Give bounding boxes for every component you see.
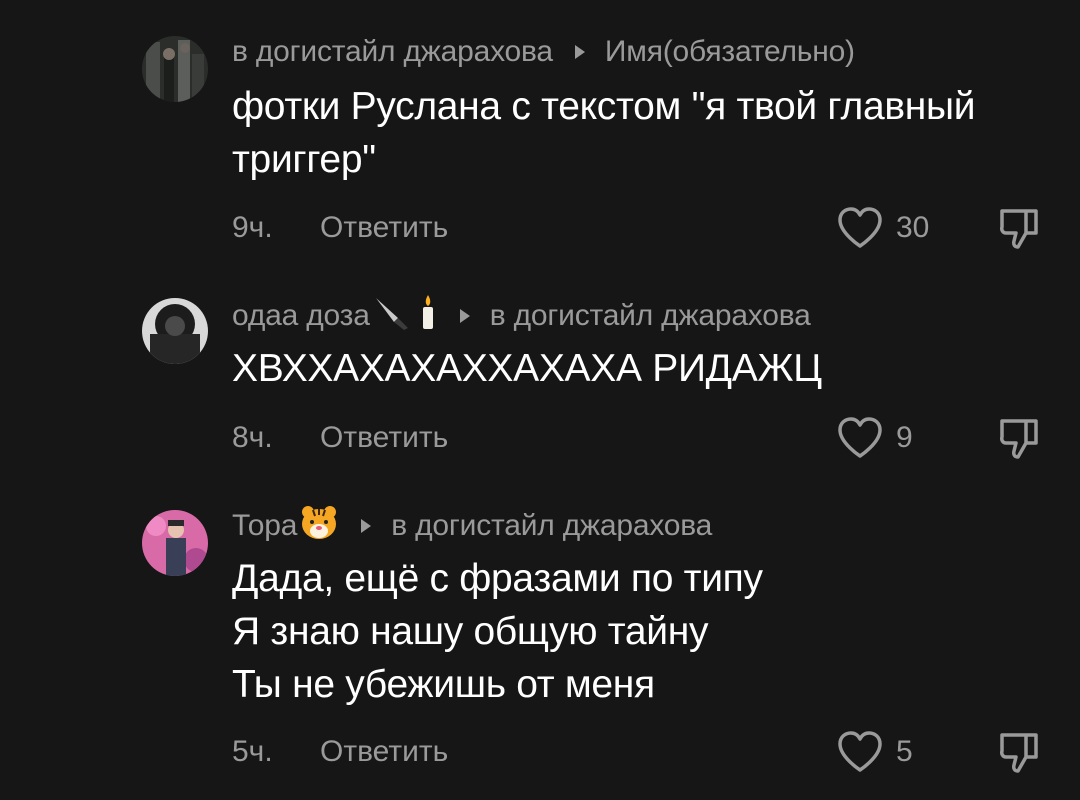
comment-time: 8ч.: [232, 421, 273, 454]
comment-text: фотки Руслана с текстом "я твой главный …: [232, 85, 976, 181]
heart-outline-icon: [836, 206, 884, 250]
comment-author[interactable]: одаа доза: [232, 299, 370, 333]
reply-button[interactable]: Ответить: [320, 735, 448, 769]
heart-outline-icon: [836, 730, 884, 774]
comment-meta: Тора в догистайл джарахова: [232, 506, 712, 546]
comment-footer: 5ч. Ответить 5: [232, 730, 1052, 774]
avatar[interactable]: [142, 510, 208, 576]
like-count: 5: [896, 735, 913, 768]
play-arrow-icon: [459, 309, 470, 323]
candle-emoji: [418, 293, 438, 339]
dislike-button[interactable]: [996, 730, 1044, 774]
comments-feed: в догистайл джарахова Имя(обязательно) ф…: [0, 0, 1080, 800]
heart-outline-icon: [836, 416, 884, 460]
like-count: 9: [896, 421, 913, 454]
like-button[interactable]: 30: [836, 206, 929, 250]
comment-author[interactable]: Тора: [232, 509, 297, 543]
tiger-face-emoji: [299, 504, 339, 548]
comment-footer: 9ч. Ответить 30: [232, 206, 1052, 250]
reply-button[interactable]: Ответить: [320, 211, 448, 245]
reply-to-author[interactable]: в догистайл джарахова: [391, 509, 712, 543]
play-arrow-icon: [361, 519, 372, 533]
dislike-button[interactable]: [996, 416, 1044, 460]
avatar[interactable]: [142, 298, 208, 364]
reply-to-author[interactable]: Имя(обязательно): [605, 35, 855, 69]
comment-author[interactable]: в догистайл джарахова: [232, 35, 553, 69]
play-arrow-icon: [574, 45, 585, 59]
comment-time: 9ч.: [232, 211, 273, 244]
thumbs-down-outline-icon: [996, 205, 1044, 251]
comment-meta: одаа доза в догистайл джарахова: [232, 293, 811, 339]
avatar[interactable]: [142, 36, 208, 102]
comment-time: 5ч.: [232, 735, 273, 768]
thumbs-down-outline-icon: [996, 415, 1044, 461]
comment-text: Дада, ещё с фразами по типу Я знаю нашу …: [232, 557, 763, 706]
reply-button[interactable]: Ответить: [320, 421, 448, 455]
comment-meta: в догистайл джарахова Имя(обязательно): [232, 32, 855, 72]
reply-to-author[interactable]: в догистайл джарахова: [490, 299, 811, 333]
comment-footer: 8ч. Ответить 9: [232, 416, 1052, 460]
like-count: 30: [896, 211, 930, 244]
dislike-button[interactable]: [996, 206, 1044, 250]
like-button[interactable]: 5: [836, 730, 913, 774]
comment-text: ХВХХАХАХАХХАХАХА РИДАЖЦ: [232, 347, 822, 390]
thumbs-down-outline-icon: [996, 729, 1044, 775]
knife-emoji: [372, 294, 412, 338]
like-button[interactable]: 9: [836, 416, 913, 460]
